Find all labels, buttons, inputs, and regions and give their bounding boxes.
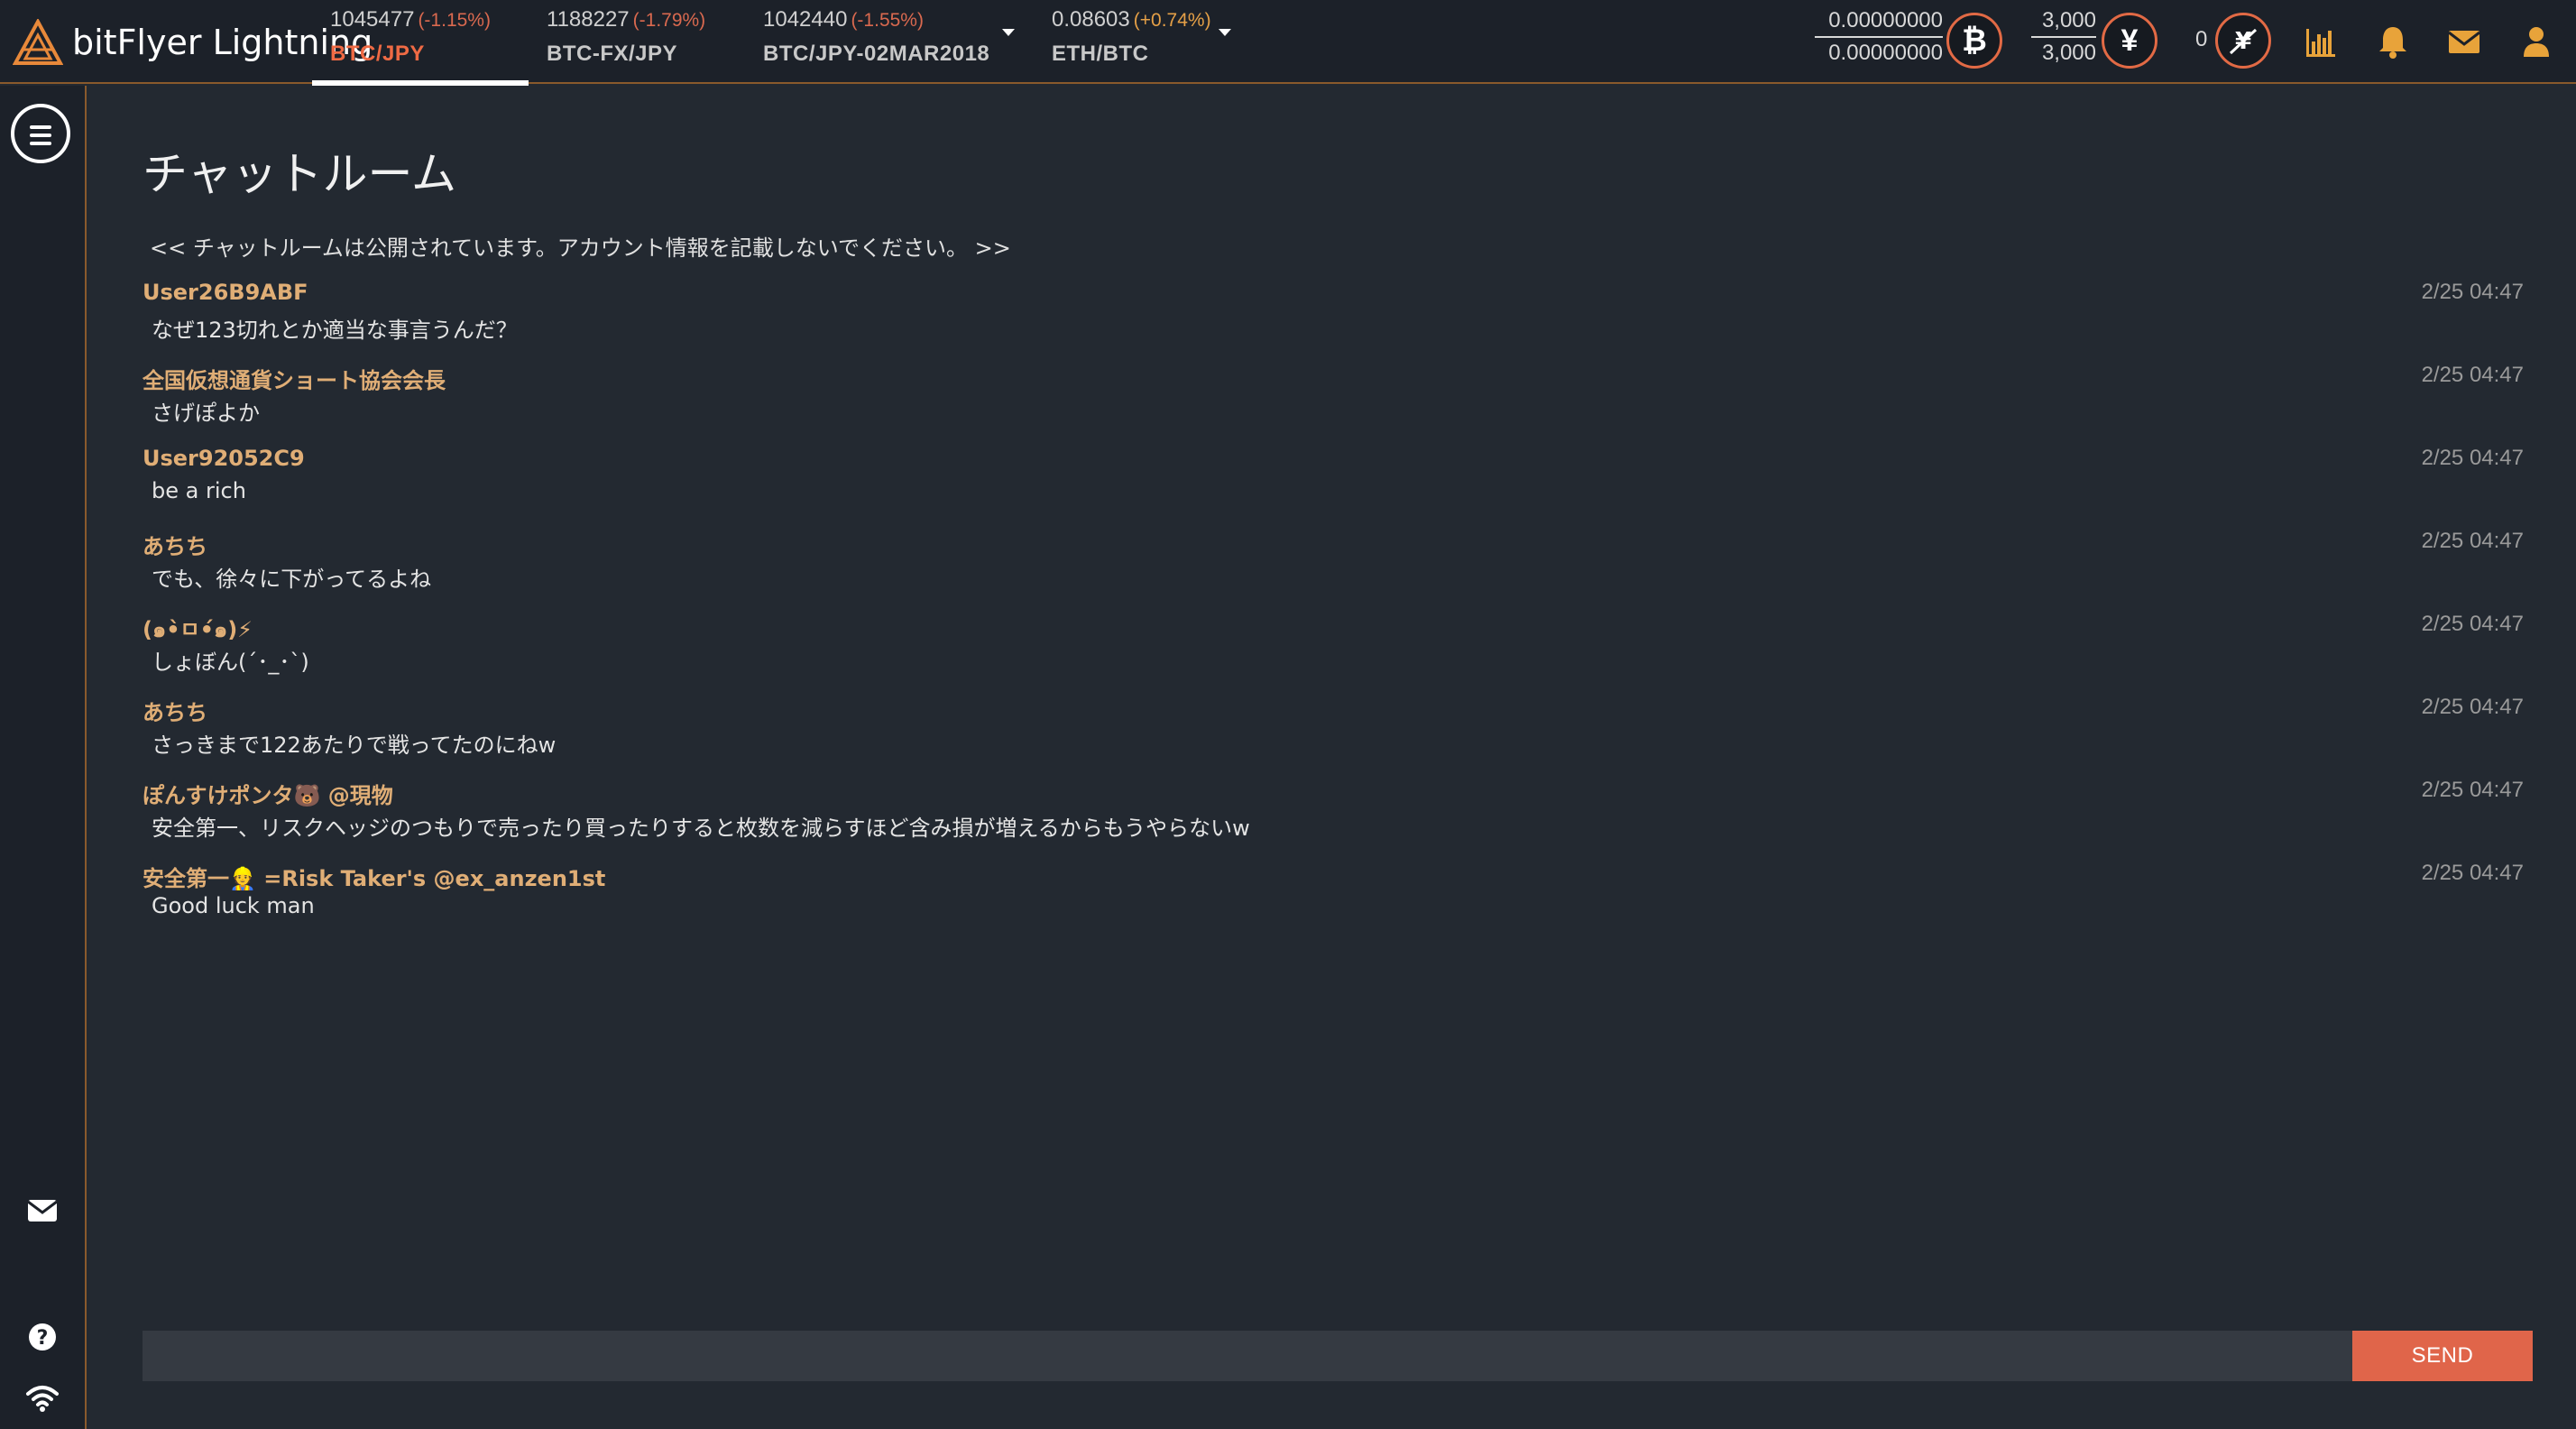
chat-message: 全国仮想通貨ショート協会会長 さげぽよか 2/25 04:47 — [143, 363, 2524, 446]
yen-slash-icon: ¥ — [2229, 28, 2258, 55]
message-text: さっきまで122あたりで戦ってたのにねw — [152, 733, 557, 758]
menu-icon[interactable] — [11, 104, 70, 163]
message-user[interactable]: あちち — [143, 529, 207, 560]
ticker-price: 1188227 — [547, 7, 630, 32]
bitflyer-logo-icon — [13, 19, 63, 65]
message-text: なぜ123切れとか適当な事言うんだ？ — [152, 318, 518, 343]
help-icon[interactable]: ? — [25, 1320, 60, 1354]
mail-icon[interactable] — [25, 1194, 60, 1228]
message-user[interactable]: 全国仮想通貨ショート協会会長 — [143, 363, 446, 394]
message-text: be a rich — [152, 478, 246, 503]
ticker-pair: BTC-FX/JPY — [547, 41, 678, 66]
message-time: 2/25 04:47 — [2421, 695, 2524, 719]
message-list: User26B9ABF なぜ123切れとか適当な事言うんだ？ 2/25 04:4… — [143, 280, 2524, 944]
chat-input[interactable] — [143, 1331, 2352, 1381]
ticker-price: 1045477 — [330, 7, 415, 32]
chat-message: あちち さっきまで122あたりで戦ってたのにねw 2/25 04:47 — [143, 695, 2524, 778]
ticker-change: (-1.15%) — [418, 10, 491, 31]
bell-icon[interactable] — [2375, 23, 2411, 60]
yen-icon[interactable]: ¥ — [2102, 13, 2157, 69]
message-time: 2/25 04:47 — [2421, 280, 2524, 304]
ticker-price: 0.08603 — [1052, 7, 1130, 32]
btc-total: 0.00000000 — [1828, 41, 1943, 65]
message-time: 2/25 04:47 — [2421, 446, 2524, 470]
chart-icon[interactable] — [2303, 23, 2339, 60]
chat-message: User92052C9 be a rich 2/25 04:47 — [143, 446, 2524, 529]
top-bar: bitFlyer Lightning 1045477 (-1.15%) BTC/J… — [0, 0, 2576, 86]
chat-room: チャットルーム << チャットルームは公開されています。アカウント情報を記載しな… — [88, 86, 2576, 1429]
message-text: さげぽよか — [152, 401, 260, 426]
btc-balance: 0.00000000 0.00000000 — [1815, 7, 1943, 69]
message-text: でも、徐々に下がってるよね — [152, 567, 432, 592]
jpy-symbol: ¥ — [2121, 23, 2139, 58]
chat-notice: << チャットルームは公開されています。アカウント情報を記載しないでください。 … — [150, 235, 1011, 261]
message-user[interactable]: ぽんすけポンタ🐻 @現物 — [143, 778, 393, 809]
message-text: しょぼん(´･_･`) — [152, 650, 309, 675]
mail-icon[interactable] — [2446, 23, 2482, 60]
message-time: 2/25 04:47 — [2421, 778, 2524, 802]
message-user[interactable]: 安全第一👷 =Risk Taker's @ex_anzen1st — [143, 861, 605, 892]
margin-yen-icon[interactable]: ¥ — [2215, 13, 2271, 69]
message-user[interactable]: あちち — [143, 695, 207, 726]
ticker-btc-jpy[interactable]: 1045477 (-1.15%) BTC/JPY — [312, 0, 529, 86]
bitcoin-icon[interactable]: ₿ — [1946, 13, 2002, 69]
ticker-pair: ETH/BTC — [1052, 41, 1149, 66]
chat-message: ぽんすけポンタ🐻 @現物 安全第一、リスクヘッジのつもりで売ったり買ったりすると… — [143, 778, 2524, 861]
chat-message: User26B9ABF なぜ123切れとか適当な事言うんだ？ 2/25 04:4… — [143, 280, 2524, 363]
ticker-price: 1042440 — [763, 7, 848, 32]
margin-count: 0 — [2195, 27, 2208, 51]
message-time: 2/25 04:47 — [2421, 529, 2524, 553]
btc-symbol: ₿ — [1962, 23, 1987, 58]
sidebar: ? — [0, 86, 87, 1429]
chat-message: あちち でも、徐々に下がってるよね 2/25 04:47 — [143, 529, 2524, 612]
jpy-available: 3,000 — [2031, 7, 2096, 38]
ticker-btc-jpy-future[interactable]: 1042440 (-1.55%) BTC/JPY-02MAR2018 — [745, 0, 1034, 84]
jpy-balance: 3,000 3,000 — [2031, 7, 2096, 69]
chevron-down-icon[interactable] — [1219, 29, 1231, 36]
wifi-icon — [26, 1386, 59, 1412]
chat-compose: SEND — [143, 1331, 2533, 1381]
message-time: 2/25 04:47 — [2421, 363, 2524, 387]
message-user[interactable]: (๑•̀ㅁ•́๑)⚡ — [143, 612, 253, 647]
chat-message: (๑•̀ㅁ•́๑)⚡ しょぼん(´･_･`) 2/25 04:47 — [143, 612, 2524, 695]
ticker-change: (-1.55%) — [851, 10, 924, 31]
jpy-total: 3,000 — [2041, 41, 2096, 65]
ticker-btc-fx-jpy[interactable]: 1188227 (-1.79%) BTC-FX/JPY — [529, 0, 745, 84]
message-user[interactable]: User26B9ABF — [143, 280, 308, 305]
user-icon[interactable] — [2518, 23, 2554, 60]
ticker-change: (+0.74%) — [1133, 10, 1211, 31]
chat-message: 安全第一👷 =Risk Taker's @ex_anzen1st Good lu… — [143, 861, 2524, 944]
ticker-change: (-1.79%) — [632, 10, 706, 31]
ticker-pair: BTC/JPY — [330, 41, 425, 66]
btc-available: 0.00000000 — [1815, 7, 1943, 38]
ticker-pair: BTC/JPY-02MAR2018 — [763, 41, 990, 66]
message-user[interactable]: User92052C9 — [143, 446, 305, 471]
message-text: Good luck man — [152, 893, 315, 918]
chevron-down-icon[interactable] — [1002, 29, 1015, 36]
message-text: 安全第一、リスクヘッジのつもりで売ったり買ったりすると枚数を減らすほど含み損が増… — [152, 816, 1250, 841]
ticker-eth-btc[interactable]: 0.08603 (+0.74%) ETH/BTC — [1034, 0, 1232, 84]
page-title: チャットルーム — [143, 148, 456, 200]
message-time: 2/25 04:47 — [2421, 612, 2524, 636]
message-time: 2/25 04:47 — [2421, 861, 2524, 885]
send-button[interactable]: SEND — [2352, 1331, 2533, 1381]
svg-text:?: ? — [37, 1327, 49, 1350]
